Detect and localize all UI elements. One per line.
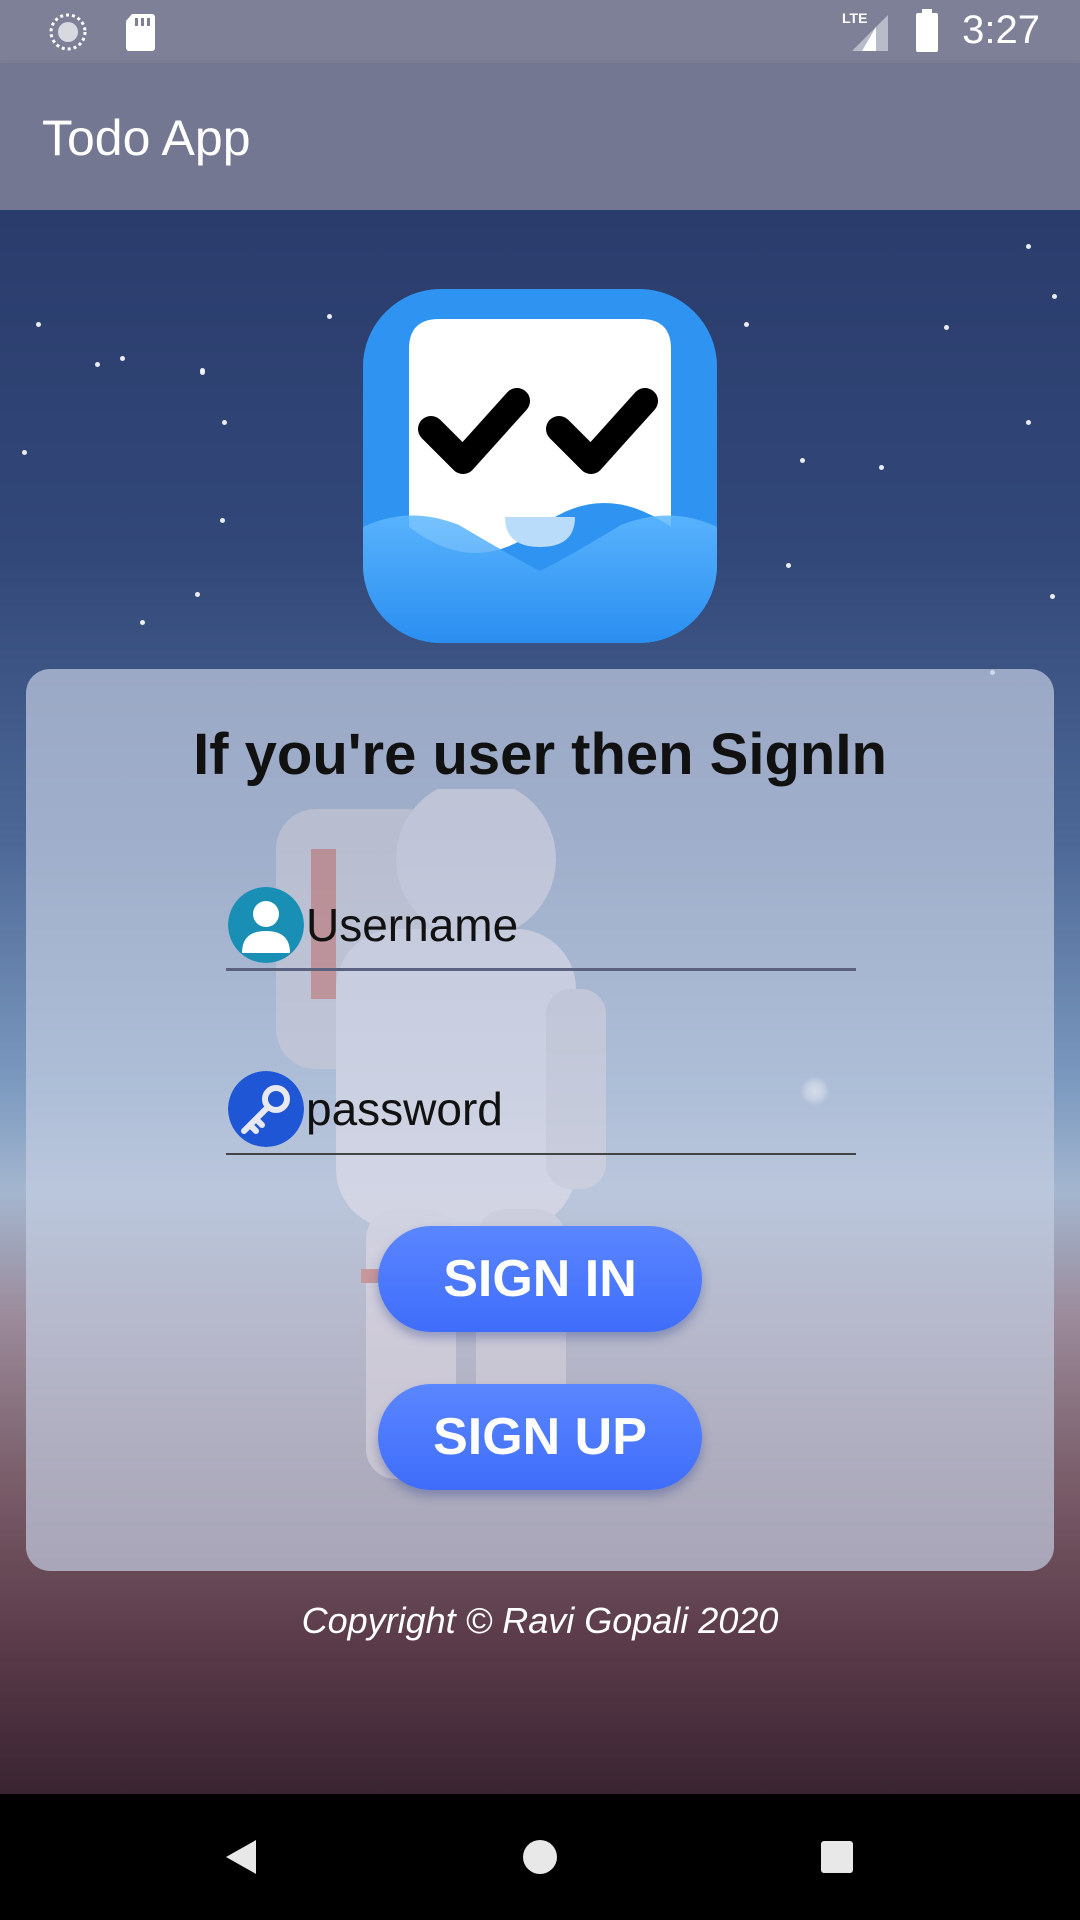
password-input[interactable] <box>306 1065 846 1153</box>
status-time: 3:27 <box>962 8 1040 52</box>
network-type-label: LTE <box>842 10 867 26</box>
signin-button[interactable]: SIGN IN <box>378 1226 702 1332</box>
sd-card-icon <box>126 14 155 51</box>
battery-icon <box>916 8 939 52</box>
key-icon <box>228 1071 304 1147</box>
app-logo <box>363 289 717 643</box>
signin-heading: If you're user then SignIn <box>193 722 887 787</box>
app-title: Todo App <box>42 110 251 166</box>
username-field[interactable] <box>226 881 856 971</box>
signin-card: If you're user then SignIn SIGN IN SIGN … <box>26 669 1054 1571</box>
app-bar: Todo App <box>0 63 1080 210</box>
username-underline <box>226 968 856 971</box>
recents-icon[interactable] <box>812 1832 862 1882</box>
back-icon[interactable] <box>218 1832 268 1882</box>
copyright-text: Copyright © Ravi Gopali 2020 <box>301 1600 779 1641</box>
user-icon <box>228 887 304 963</box>
signal-icon: LTE <box>842 10 889 51</box>
password-underline <box>226 1153 856 1155</box>
todo-app-logo-icon <box>363 289 717 643</box>
system-nav-bar <box>0 1794 1080 1920</box>
password-field[interactable] <box>226 1065 856 1155</box>
home-icon[interactable] <box>515 1832 565 1882</box>
signup-button[interactable]: SIGN UP <box>378 1384 702 1490</box>
status-bar: LTE 3:27 <box>0 0 1080 63</box>
username-input[interactable] <box>306 881 846 969</box>
sync-icon <box>49 13 87 51</box>
